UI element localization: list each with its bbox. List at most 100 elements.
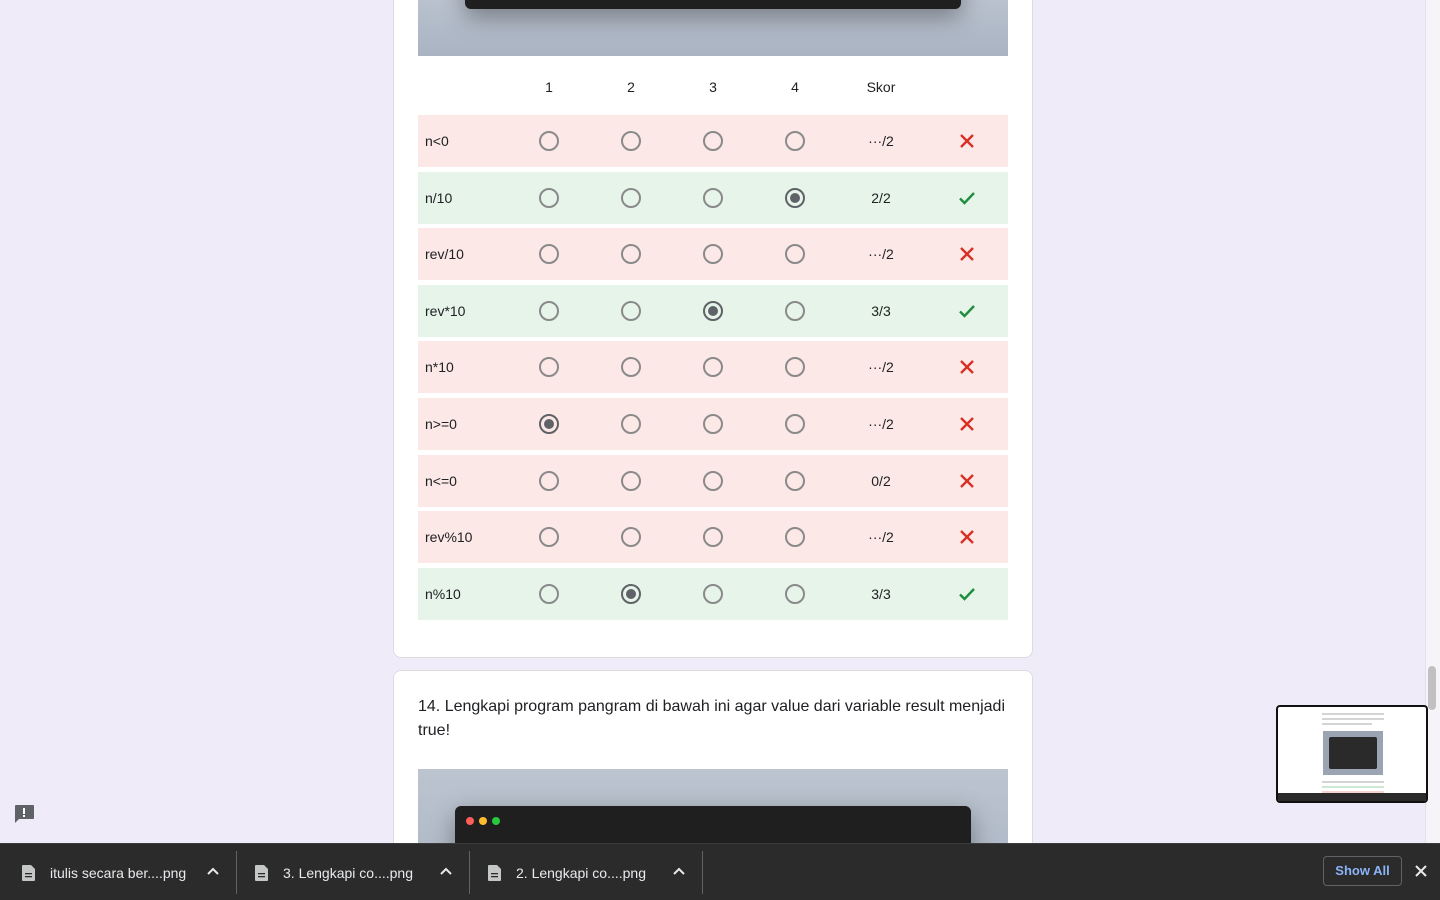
radio-option-2[interactable]: [621, 583, 641, 604]
chevron-up-icon[interactable]: [439, 865, 453, 879]
grid-row: n*10 ···/2: [418, 341, 1008, 394]
row-score: ···/2: [868, 416, 894, 432]
close-icon[interactable]: [1414, 864, 1428, 878]
radio-option-4[interactable]: [785, 187, 805, 208]
radio-option-2[interactable]: [621, 244, 641, 265]
column-header-1: 1: [545, 79, 553, 95]
radio-option-1[interactable]: [539, 131, 559, 151]
grid-row: rev%10 ···/2: [418, 511, 1008, 564]
radio-option-3[interactable]: [703, 357, 723, 378]
radio-option-4[interactable]: [785, 527, 805, 548]
close-icon: [960, 134, 974, 148]
grid-row: n>=0 ···/2: [418, 398, 1008, 450]
download-item[interactable]: 3. Lengkapi co....png: [255, 851, 413, 894]
close-icon: [960, 360, 974, 375]
chevron-up-icon[interactable]: [672, 865, 686, 879]
row-score: ···/2: [868, 529, 894, 546]
radio-option-4[interactable]: [785, 583, 805, 604]
row-score: 2/2: [871, 189, 891, 206]
download-bar: itulis secara ber....png 3. Lengkapi co.…: [0, 843, 1440, 900]
window-controls: [466, 817, 500, 825]
radio-option-2[interactable]: [621, 131, 641, 151]
close-dot-icon: [466, 817, 474, 825]
radio-option-2[interactable]: [621, 414, 641, 434]
row-label: n<0: [425, 133, 449, 149]
row-label: n>=0: [425, 416, 457, 432]
radio-option-4[interactable]: [785, 470, 805, 491]
row-score: ···/2: [868, 359, 894, 376]
radio-option-4[interactable]: [785, 131, 805, 151]
radio-option-3[interactable]: [703, 187, 723, 208]
radio-option-4[interactable]: [785, 357, 805, 378]
radio-option-2[interactable]: [621, 187, 641, 208]
screenshot-thumbnail[interactable]: [1276, 705, 1428, 803]
question-image: [418, 0, 1008, 56]
grid-row: n%10 3/3: [418, 567, 1008, 620]
radio-option-3[interactable]: [703, 244, 723, 265]
feedback-icon[interactable]: [13, 804, 35, 824]
radio-option-3[interactable]: [703, 414, 723, 434]
radio-option-1[interactable]: [539, 527, 559, 548]
row-score: 3/3: [871, 585, 891, 602]
row-label: rev/10: [425, 246, 464, 263]
radio-option-4[interactable]: [785, 414, 805, 434]
grid-header: 1 2 3 4 Skor: [418, 79, 1008, 99]
radio-option-3[interactable]: [703, 583, 723, 604]
grid-row: rev/10 ···/2: [418, 228, 1008, 281]
row-label: n*10: [425, 359, 454, 376]
check-icon: [959, 191, 975, 205]
row-score: 0/2: [871, 472, 891, 489]
check-icon: [959, 587, 975, 601]
file-icon: [22, 864, 35, 881]
column-header-3: 3: [709, 79, 717, 95]
row-score: ···/2: [868, 133, 894, 149]
download-item[interactable]: 2. Lengkapi co....png: [488, 851, 646, 894]
radio-option-1[interactable]: [539, 470, 559, 491]
scrollbar-thumb[interactable]: [1428, 666, 1436, 710]
question-title: 14. Lengkapi program pangram di bawah in…: [418, 698, 1006, 739]
radio-option-1[interactable]: [539, 414, 559, 434]
row-label: rev*10: [425, 302, 466, 319]
radio-option-3[interactable]: [703, 470, 723, 491]
radio-option-1[interactable]: [539, 244, 559, 265]
maximize-dot-icon: [492, 817, 500, 825]
radio-option-3[interactable]: [703, 300, 723, 321]
radio-option-2[interactable]: [621, 300, 641, 321]
download-name: itulis secara ber....png: [50, 864, 187, 881]
radio-option-3[interactable]: [703, 527, 723, 548]
file-icon: [255, 864, 268, 881]
grid-row: n/10 2/2: [418, 171, 1008, 224]
row-score: ···/2: [868, 246, 894, 263]
radio-option-2[interactable]: [621, 470, 641, 491]
show-all-button[interactable]: Show All: [1323, 856, 1402, 886]
row-label: rev%10: [425, 529, 473, 546]
download-name: 2. Lengkapi co....png: [516, 864, 646, 881]
chevron-up-icon[interactable]: [206, 865, 220, 879]
question-card-grid: 1 2 3 4 Skor n<0 ···/2 n/10 2/2 rev/10 ···/2 r…: [393, 0, 1033, 658]
row-label: n/10: [425, 189, 453, 206]
grid-row: n<0 ···/2: [418, 115, 1008, 167]
close-icon: [960, 530, 974, 545]
download-name: 3. Lengkapi co....png: [283, 864, 413, 881]
row-score: 3/3: [871, 302, 891, 319]
radio-option-4[interactable]: [785, 300, 805, 321]
row-label: n%10: [425, 585, 461, 602]
radio-option-1[interactable]: [539, 187, 559, 208]
row-label: n<=0: [425, 472, 457, 489]
radio-option-2[interactable]: [621, 527, 641, 548]
radio-option-2[interactable]: [621, 357, 641, 378]
grid-row: n<=0 0/2: [418, 454, 1008, 507]
radio-option-3[interactable]: [703, 131, 723, 151]
grid-row: rev*10 3/3: [418, 284, 1008, 337]
close-icon: [960, 417, 974, 431]
radio-option-1[interactable]: [539, 300, 559, 321]
radio-option-4[interactable]: [785, 244, 805, 265]
column-header-4: 4: [791, 79, 799, 95]
column-header-2: 2: [627, 79, 635, 95]
radio-option-1[interactable]: [539, 583, 559, 604]
download-item[interactable]: itulis secara ber....png: [22, 851, 186, 894]
check-icon: [959, 304, 975, 318]
radio-option-1[interactable]: [539, 357, 559, 378]
close-icon: [960, 473, 974, 488]
close-icon: [960, 247, 974, 262]
